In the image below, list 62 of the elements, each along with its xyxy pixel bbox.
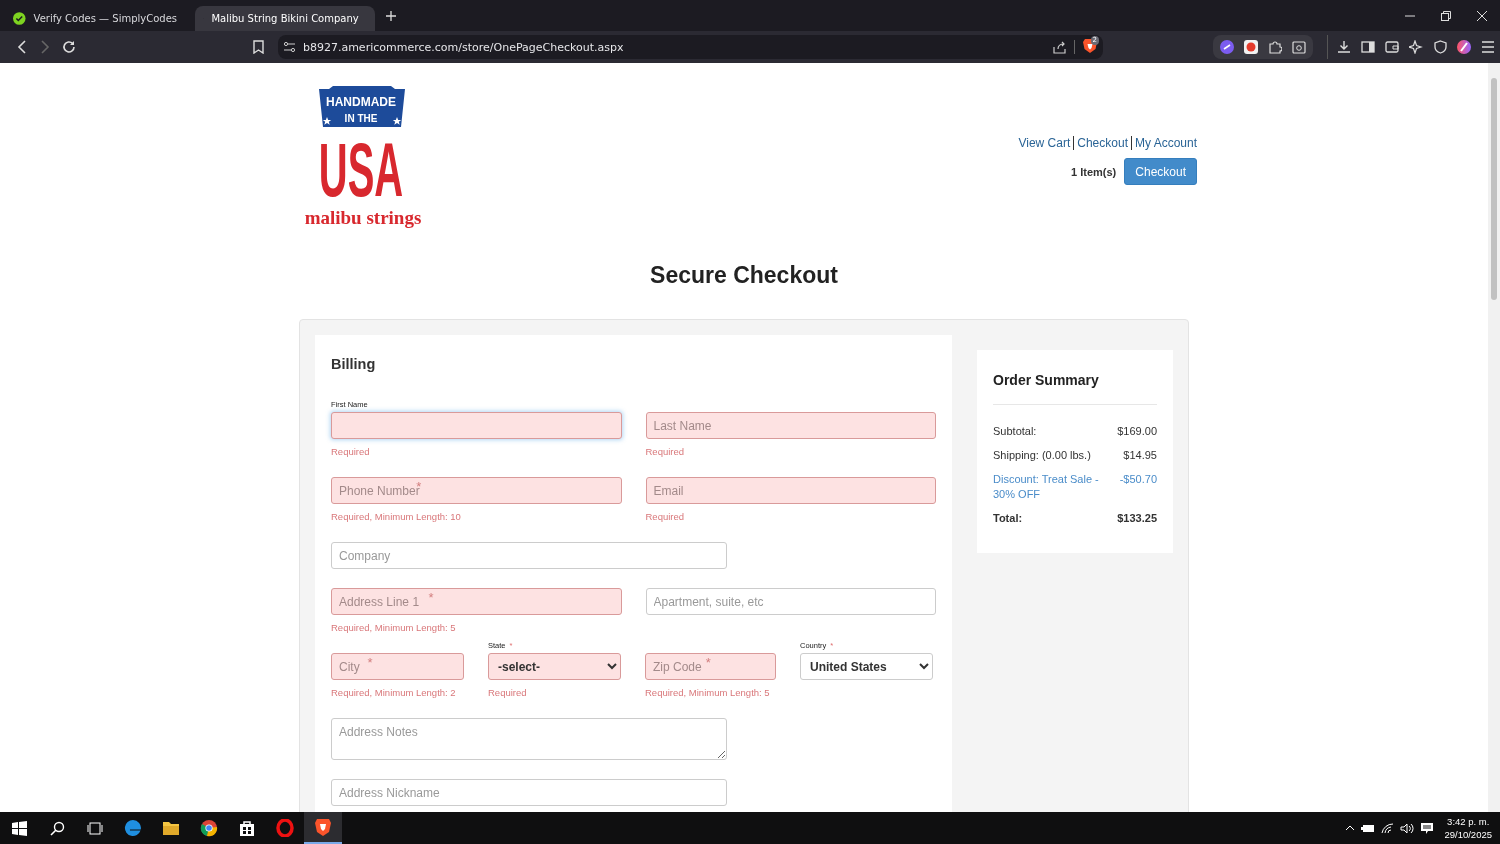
text-field[interactable]: Address Nickname: [331, 779, 727, 806]
select-field[interactable]: -select-: [488, 653, 621, 680]
section-title: Order Summary: [993, 372, 1100, 388]
text-field[interactable]: [331, 412, 622, 439]
error-message: Required: [331, 446, 371, 458]
date-text: 29/10/2025: [1444, 828, 1492, 841]
summary-label: Subtotal:: [993, 424, 1037, 439]
taskbar-app[interactable]: [304, 812, 342, 844]
nav-link[interactable]: View Cart: [1015, 136, 1074, 150]
error-message: Required, Minimum Length: 5: [645, 687, 771, 699]
share-icon[interactable]: [1053, 40, 1066, 54]
summary-label: Total:: [993, 511, 1023, 526]
plus-icon[interactable]: [386, 10, 396, 21]
text-field[interactable]: Email: [645, 477, 936, 504]
nav-link[interactable]: Checkout: [1073, 136, 1131, 150]
battery-icon[interactable]: [1361, 823, 1376, 833]
nav-link[interactable]: My Account: [1130, 136, 1197, 150]
scrollbar[interactable]: [1488, 63, 1500, 812]
error-message: Required, Minimum Length: 5: [331, 622, 457, 634]
page-title: Secure Checkout: [649, 262, 839, 289]
required-mark: *: [428, 591, 434, 604]
section-title: Billing: [331, 355, 377, 373]
error-message: Required, Minimum Length: 10: [331, 511, 462, 523]
wifi-icon[interactable]: [1381, 822, 1395, 834]
cart-count: 1 Item(s): [1071, 165, 1117, 178]
notification-icon[interactable]: [1420, 821, 1435, 835]
required-mark: *: [705, 656, 711, 669]
summary-label: Discount: Treat Sale - 30% OFF: [993, 472, 1100, 502]
chevron-up-icon[interactable]: [1345, 825, 1356, 831]
time-text: 3:42 p. m.: [1446, 815, 1491, 828]
text-area[interactable]: Address Notes: [331, 718, 727, 760]
browser-icon: [124, 819, 142, 837]
volume-icon[interactable]: [1400, 822, 1415, 834]
summary-value: $169.00: [1117, 424, 1157, 439]
restore-icon[interactable]: [1441, 10, 1451, 21]
error-message: Required: [645, 446, 686, 458]
browser-tab[interactable]: Verify Codes — SimplyCodes: [5, 6, 185, 31]
text-field[interactable]: Apartment, suite, etc: [645, 588, 936, 615]
clock[interactable]: 3:42 p. m. 29/10/2025: [1444, 815, 1492, 841]
checkout-button[interactable]: Checkout: [1124, 158, 1197, 185]
error-message: Required: [488, 687, 528, 699]
settings-icon[interactable]: [283, 42, 295, 52]
ring-icon: [276, 819, 294, 837]
summary-value: -$50.70: [1119, 472, 1157, 487]
folder-icon: [162, 820, 180, 836]
lion-icon: [314, 817, 332, 837]
store-icon: [238, 819, 256, 837]
close-icon[interactable]: [1477, 10, 1487, 21]
summary-value: $14.95: [1123, 448, 1157, 463]
error-message: Required: [645, 511, 686, 523]
select-field[interactable]: United States: [800, 653, 933, 680]
summary-label: Shipping: (0.00 lbs.): [993, 448, 1091, 463]
error-message: Required, Minimum Length: 2: [331, 687, 457, 699]
url-text: b8927.americommerce.com/store/OnePageCheckout.aspx: [302, 40, 625, 54]
text-field[interactable]: Company: [331, 542, 727, 569]
summary-value: $133.25: [1117, 511, 1157, 526]
checkmark-icon: [13, 12, 26, 25]
required-mark: *: [367, 656, 373, 669]
browser-icon: [200, 819, 218, 837]
logo[interactable]: HANDMADE IN THE USA malibu strings: [291, 84, 437, 232]
text-field[interactable]: Last Name: [645, 412, 936, 439]
browser-tab[interactable]: Malibu String Bikini Company: [195, 6, 375, 31]
